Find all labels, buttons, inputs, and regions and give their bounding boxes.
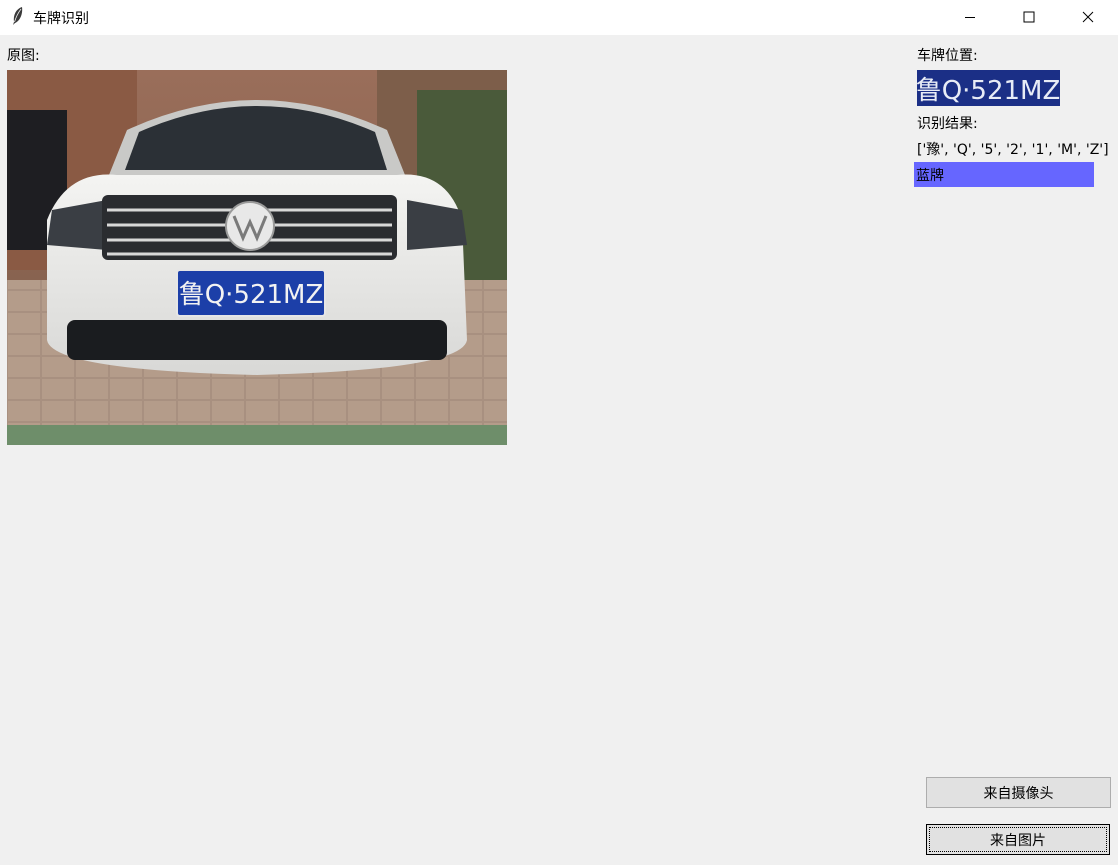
maximize-button[interactable] bbox=[1000, 0, 1058, 33]
window-title: 车牌识别 bbox=[33, 11, 89, 27]
recognition-result-label: 识别结果: bbox=[917, 116, 978, 132]
plate-crop-text: 鲁Q·521MZ bbox=[917, 76, 1060, 106]
main-panel: 原图: 鲁Q·521MZ 车牌位置: 鲁Q·521MZ 识别结果: ['豫', … bbox=[0, 35, 1118, 865]
plate-position-label: 车牌位置: bbox=[917, 48, 978, 64]
car-plate-text: 鲁Q·521MZ bbox=[179, 280, 324, 310]
minimize-icon bbox=[965, 16, 975, 18]
close-button[interactable] bbox=[1059, 0, 1117, 33]
maximize-icon bbox=[1023, 11, 1035, 22]
title-bar: 车牌识别 bbox=[0, 0, 1118, 35]
plate-color-badge: 蓝牌 bbox=[914, 162, 1094, 187]
original-image-label: 原图: bbox=[7, 48, 40, 64]
feather-icon bbox=[13, 7, 23, 25]
from-image-button[interactable]: 来自图片 bbox=[926, 824, 1110, 855]
from-camera-button[interactable]: 来自摄像头 bbox=[926, 777, 1111, 808]
close-icon bbox=[1082, 11, 1094, 22]
original-car-image: 鲁Q·521MZ bbox=[7, 70, 507, 445]
minimize-button[interactable] bbox=[941, 0, 999, 33]
plate-crop-image: 鲁Q·521MZ bbox=[917, 70, 1060, 106]
recognition-result-text: ['豫', 'Q', '5', '2', '1', 'M', 'Z'] bbox=[917, 142, 1109, 158]
